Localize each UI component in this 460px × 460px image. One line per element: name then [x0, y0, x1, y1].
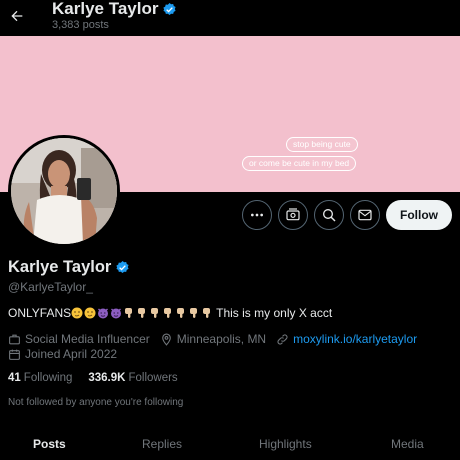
- tab-highlights[interactable]: Highlights: [259, 437, 312, 451]
- category-label: Social Media Influencer: [25, 332, 150, 346]
- calendar-icon: [9, 349, 20, 360]
- arrow-left-icon: [11, 10, 23, 22]
- joined-item: Joined April 2022: [8, 347, 117, 361]
- followers-count: 336.9K: [88, 372, 126, 384]
- location-label: Minneapolis, MN: [176, 332, 267, 346]
- follow-button[interactable]: Follow: [386, 200, 452, 230]
- profile-name: Karlye Taylor: [8, 258, 112, 276]
- envelope-icon: [358, 209, 372, 221]
- point-down-emoji-icon: [125, 308, 133, 318]
- profile-tabs: Posts Replies Highlights Media: [0, 428, 460, 460]
- point-down-emoji-icon: [190, 308, 198, 318]
- subscribe-button[interactable]: [278, 200, 308, 230]
- bio-emojis: [71, 307, 213, 319]
- subscribe-icon: [286, 208, 300, 221]
- link-icon: [277, 333, 288, 345]
- point-down-emoji-icon: [203, 308, 211, 318]
- briefcase-icon: [9, 334, 20, 344]
- more-button[interactable]: [242, 200, 272, 230]
- website-item[interactable]: moxylink.io/karlyetaylor: [276, 332, 417, 346]
- point-down-emoji-icon: [138, 308, 146, 318]
- avatar-photo: [11, 138, 117, 244]
- following-link[interactable]: 41 Following: [8, 372, 72, 384]
- point-down-emoji-icon: [151, 308, 159, 318]
- location-pin-icon: [161, 333, 171, 346]
- profile-handle: @KarlyeTaylor_: [8, 280, 93, 294]
- search-button[interactable]: [314, 200, 344, 230]
- avatar[interactable]: [8, 135, 120, 247]
- point-down-emoji-icon: [164, 308, 172, 318]
- bio-text: This is my only X acct: [216, 306, 333, 320]
- followers-label: Followers: [128, 372, 178, 384]
- profile-bio: ONLYFANS This is my only X acct: [8, 306, 332, 320]
- banner-text-2: or come be cute in my bed: [242, 156, 357, 171]
- following-label: Following: [23, 372, 73, 384]
- profile-actions: Follow: [242, 200, 452, 230]
- profile-meta: Social Media Influencer Minneapolis, MN …: [8, 332, 427, 346]
- following-count: 41: [8, 372, 21, 384]
- tab-replies[interactable]: Replies: [142, 437, 182, 451]
- smirk-emoji-icon: [84, 307, 96, 319]
- joined-label: Joined April 2022: [25, 347, 118, 361]
- page-title: Karlye Taylor: [52, 0, 159, 18]
- top-bar: Karlye Taylor 3,383 posts: [0, 0, 460, 36]
- website-link[interactable]: moxylink.io/karlyetaylor: [293, 332, 417, 346]
- tab-posts[interactable]: Posts: [33, 437, 66, 451]
- back-button[interactable]: [6, 5, 28, 27]
- followers-link[interactable]: 336.9K Followers: [88, 372, 177, 384]
- devil-emoji-icon: [111, 308, 122, 319]
- banner-text-1: stop being cute: [286, 137, 358, 152]
- location-item: Minneapolis, MN: [160, 332, 266, 346]
- verified-badge-icon[interactable]: [115, 260, 130, 275]
- category-item: Social Media Influencer: [8, 332, 150, 346]
- profile-name-row: Karlye Taylor: [8, 258, 130, 277]
- message-button[interactable]: [350, 200, 380, 230]
- devil-emoji-icon: [98, 308, 109, 319]
- joined-row: Joined April 2022: [8, 347, 127, 361]
- search-icon: [323, 209, 336, 222]
- verified-badge-icon: [163, 2, 177, 15]
- tab-media[interactable]: Media: [391, 437, 424, 451]
- follow-stats: 41 Following 336.9K Followers: [8, 372, 178, 384]
- posts-count: 3,383 posts: [52, 19, 109, 31]
- smirk-emoji-icon: [71, 307, 83, 319]
- not-followed-notice: Not followed by anyone you're following: [8, 397, 184, 408]
- bio-prefix: ONLYFANS: [8, 306, 72, 320]
- more-horizontal-icon: [251, 213, 263, 217]
- point-down-emoji-icon: [177, 308, 185, 318]
